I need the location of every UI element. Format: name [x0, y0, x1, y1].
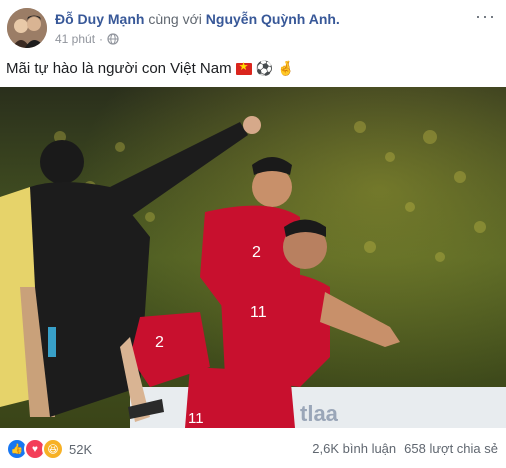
celebration-photo: tlaa 2 2 11 11 — [0, 87, 506, 428]
post-text: Mãi tự hào là người con Việt Nam ⚽ 🤞 — [6, 60, 295, 78]
svg-text:11: 11 — [250, 304, 267, 321]
post-message: Mãi tự hào là người con Việt Nam — [6, 60, 232, 77]
post-stats: 2,6K bình luận 658 lượt chia sẻ — [312, 441, 498, 456]
meta-separator: · — [99, 32, 104, 46]
crossed-fingers-icon: 🤞 — [277, 60, 295, 76]
share-count[interactable]: 658 lượt chia sẻ — [404, 441, 498, 456]
comment-count[interactable]: 2,6K bình luận — [312, 441, 396, 456]
post-time[interactable]: 41 phút — [55, 32, 95, 46]
globe-icon[interactable] — [107, 33, 119, 45]
post-header: Đỗ Duy Mạnh cùng với Nguyễn Quỳnh Anh. 4… — [0, 0, 506, 56]
post-meta: 41 phút · — [55, 32, 119, 46]
post-photo[interactable]: tlaa 2 2 11 11 — [0, 87, 506, 428]
tagged-name[interactable]: Nguyễn Quỳnh Anh. — [206, 11, 340, 27]
svg-text:2: 2 — [155, 334, 164, 351]
svg-text:11: 11 — [188, 410, 204, 427]
with-text: cùng với — [148, 11, 202, 27]
author-line: Đỗ Duy Mạnh cùng với Nguyễn Quỳnh Anh. — [55, 11, 340, 27]
reactions-summary[interactable]: 👍 ♥ 😆 52K — [6, 438, 92, 460]
soccer-ball-icon: ⚽ — [255, 60, 274, 76]
post-footer: 👍 ♥ 😆 52K 2,6K bình luận 658 lượt chia s… — [0, 428, 506, 468]
avatar-photo — [7, 8, 47, 48]
avatar[interactable] — [7, 8, 47, 48]
more-options-button[interactable]: ··· — [475, 6, 496, 27]
reaction-count[interactable]: 52K — [69, 442, 92, 457]
vietnam-flag-icon — [235, 60, 252, 75]
jersey-number-2: 2 — [252, 244, 261, 261]
haha-reaction-icon: 😆 — [42, 438, 64, 460]
author-name[interactable]: Đỗ Duy Mạnh — [55, 11, 144, 27]
svg-text:tlaa: tlaa — [300, 401, 339, 426]
